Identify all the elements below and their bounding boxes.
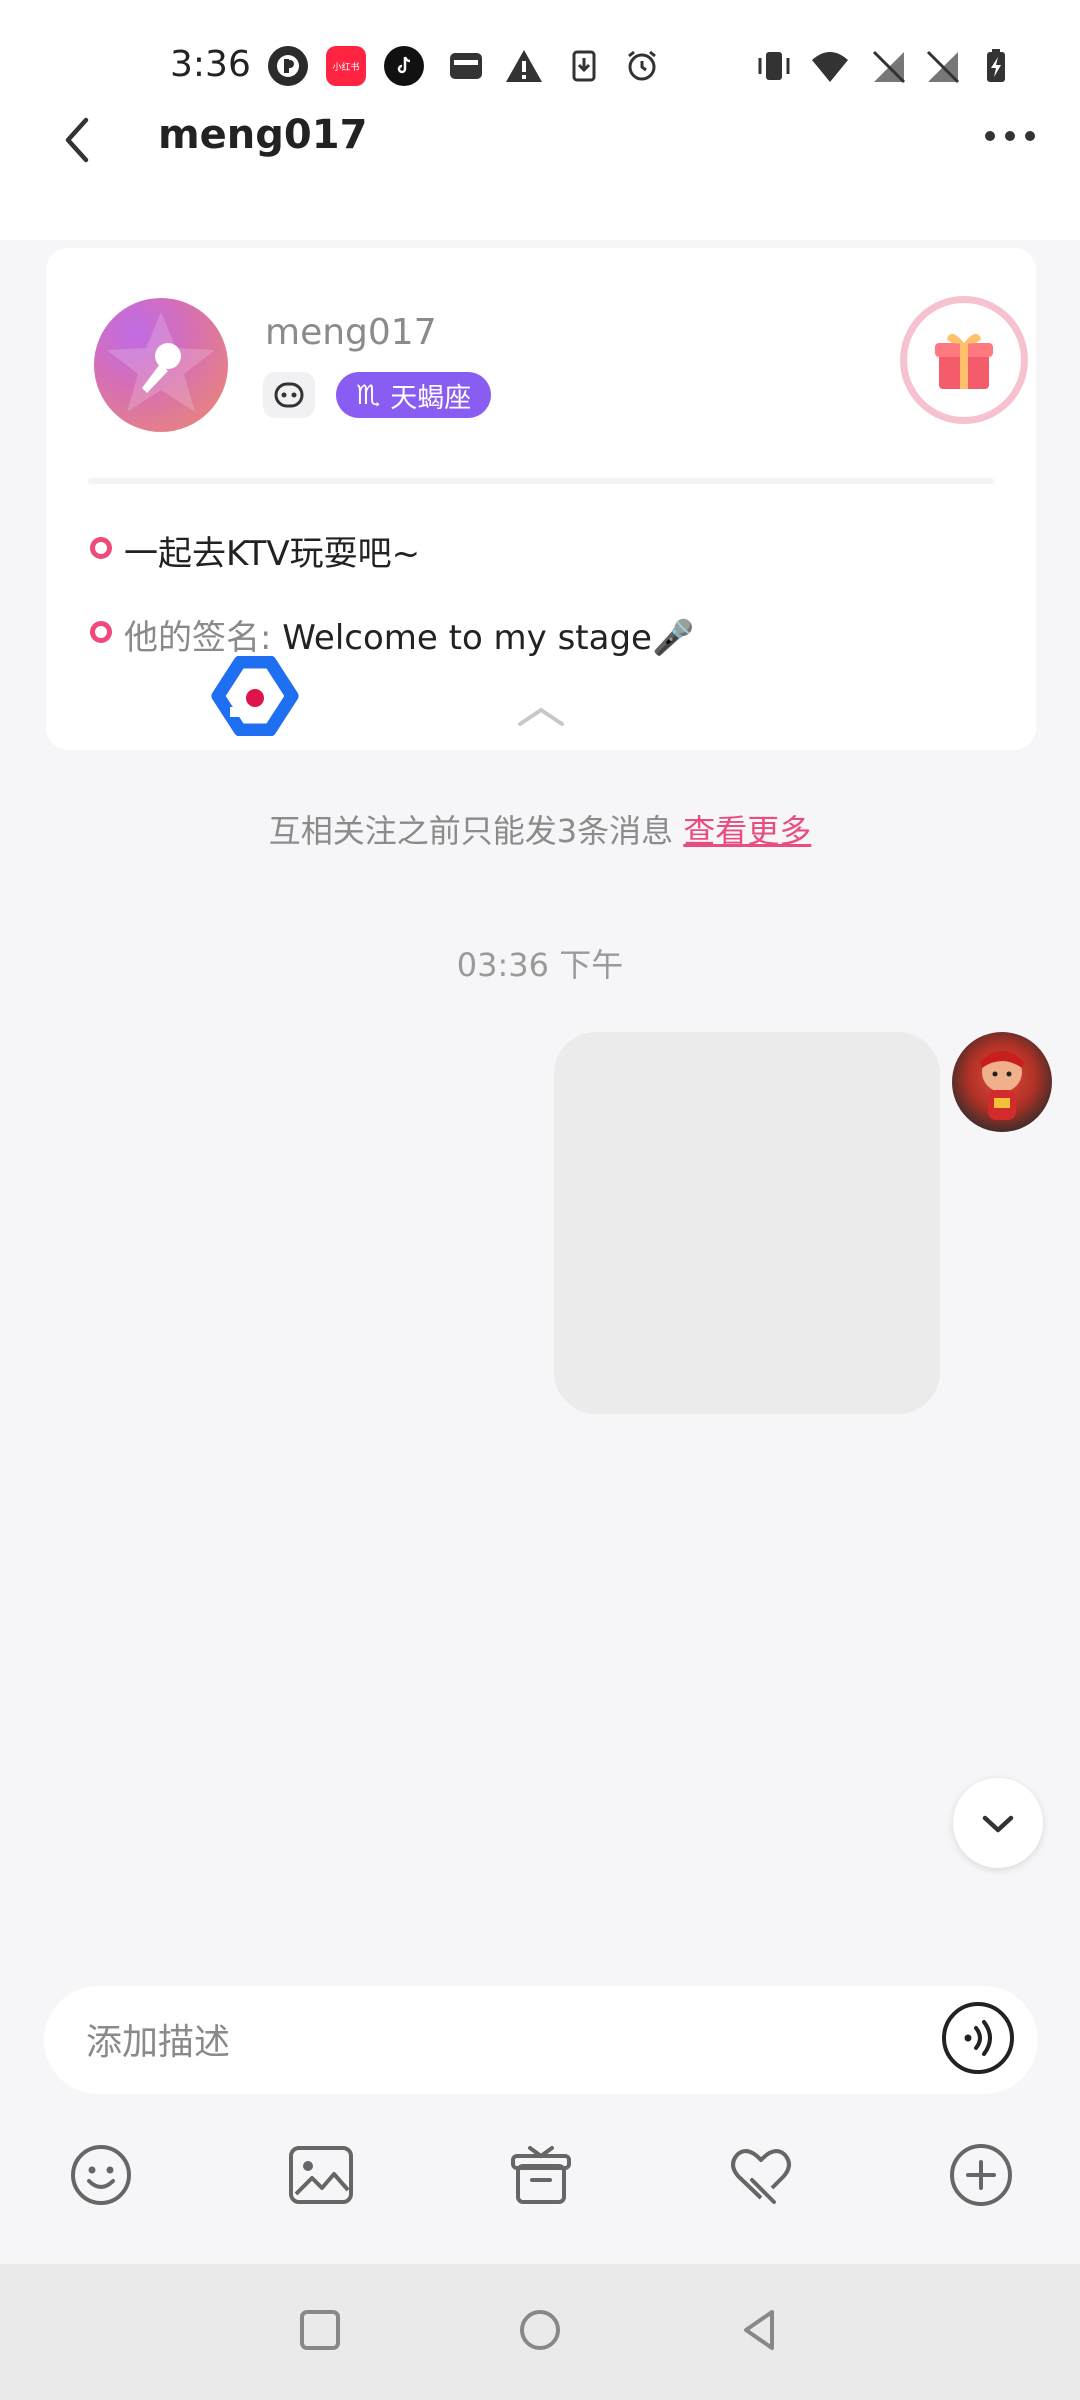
battery-charging-icon	[974, 44, 1018, 88]
message-input[interactable]	[84, 2006, 868, 2078]
scroll-to-bottom-button[interactable]	[953, 1778, 1043, 1868]
wallet-icon	[444, 44, 488, 88]
vibrate-icon	[752, 44, 796, 88]
voice-wave-icon	[942, 2002, 1014, 2074]
profile-name: meng017	[265, 312, 437, 353]
emoji-button[interactable]	[66, 2140, 136, 2210]
tiktok-icon	[384, 46, 424, 86]
download-icon	[562, 44, 606, 88]
home-circle-icon	[520, 2310, 560, 2350]
alarm-icon	[620, 44, 664, 88]
notice-text: 互相关注之前只能发3条消息	[268, 812, 684, 850]
back-button[interactable]	[50, 110, 110, 170]
bullet-dot	[90, 621, 112, 643]
collapse-card-button[interactable]	[514, 704, 568, 728]
send-gift-button[interactable]	[900, 296, 1028, 424]
app-p-icon	[268, 46, 308, 86]
home-button[interactable]	[510, 2300, 570, 2360]
chevron-left-icon	[65, 117, 89, 163]
recents-square-icon	[300, 2310, 340, 2350]
robot-icon	[274, 382, 304, 408]
page-title: meng017	[158, 112, 368, 158]
card-divider	[88, 478, 994, 484]
signature-label: 他的签名:	[124, 618, 272, 658]
back-nav-button[interactable]	[730, 2300, 790, 2360]
more-actions-button[interactable]	[946, 2140, 1016, 2210]
gift-box-button[interactable]	[506, 2140, 576, 2210]
interact-button[interactable]	[726, 2140, 796, 2210]
microphone-star-icon	[107, 312, 215, 412]
xiaohongshu-label: 小红书	[332, 62, 360, 73]
more-dots-icon	[985, 131, 1035, 141]
no-sim-icon	[866, 44, 910, 88]
message-timestamp: 03:36 下午	[456, 946, 624, 984]
more-options-button[interactable]	[978, 116, 1042, 156]
profile-avatar[interactable]	[94, 298, 228, 432]
xiaohongshu-icon: 小红书	[326, 46, 366, 86]
zodiac-badge: ♏ 天蝎座	[336, 372, 492, 418]
plus-icon	[950, 2144, 1012, 2206]
signature-text: Welcome to my stage🎤	[271, 618, 695, 658]
back-triangle-icon	[744, 2310, 774, 2350]
my-avatar[interactable]	[952, 1032, 1052, 1132]
scorpio-icon: ♏	[356, 379, 381, 411]
emoji-icon	[71, 2145, 131, 2205]
recents-button[interactable]	[290, 2300, 350, 2360]
sent-image-message[interactable]	[554, 1032, 940, 1414]
bullet-dot	[90, 537, 112, 559]
chevron-down-icon	[982, 1815, 1014, 1833]
gift-icon	[935, 333, 993, 389]
profile-intro-line: 一起去KTV玩耍吧~	[124, 534, 421, 574]
no-sim-2-icon	[920, 44, 964, 88]
gift-box-icon	[511, 2146, 571, 2204]
heart-hand-icon	[731, 2149, 791, 2204]
image-button[interactable]	[286, 2140, 356, 2210]
avatar-figure-icon	[980, 1051, 1024, 1120]
chevron-up-icon	[518, 707, 564, 726]
profile-signature: 他的签名: Welcome to my stage🎤	[124, 610, 694, 659]
wifi-icon	[808, 44, 852, 88]
zodiac-label: 天蝎座	[390, 382, 472, 414]
status-time: 3:36	[170, 44, 251, 85]
voice-button[interactable]	[940, 2000, 1016, 2076]
image-icon	[289, 2146, 353, 2204]
follow-notice: 互相关注之前只能发3条消息 查看更多	[0, 806, 1080, 852]
robot-badge	[263, 372, 315, 418]
floating-hexagon-logo-icon[interactable]	[210, 655, 300, 737]
view-more-link[interactable]: 查看更多	[683, 812, 811, 850]
warning-icon	[502, 44, 546, 88]
